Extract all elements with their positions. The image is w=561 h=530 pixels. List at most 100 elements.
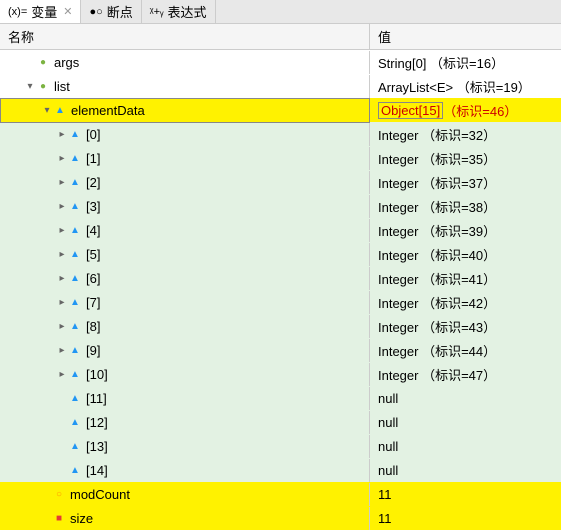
variable-name: modCount (70, 487, 130, 502)
type-icon: ▲ (68, 153, 82, 164)
expand-icon[interactable]: ▸ (56, 321, 68, 332)
row-name-cell[interactable]: ▸▲[10] (0, 363, 370, 386)
variable-value: 11 (378, 487, 392, 502)
row-name-cell[interactable]: ▸▲[1] (0, 147, 370, 170)
tree-row[interactable]: ○modCount 11 (0, 482, 561, 506)
row-value-cell: Integer （标识=32） (370, 121, 561, 148)
tree-row[interactable]: ▸▲[6] Integer （标识=41） (0, 266, 561, 290)
row-value-cell: Integer （标识=42） (370, 289, 561, 316)
expand-icon[interactable]: ▸ (56, 297, 68, 308)
row-value-cell: null (370, 411, 561, 434)
tree-row[interactable]: ● args String[0] （标识=16） (0, 50, 561, 74)
expand-icon[interactable]: ▸ (56, 129, 68, 140)
row-name-cell[interactable]: ▲[13] (0, 435, 370, 458)
tree-row[interactable]: ▲[13]null (0, 434, 561, 458)
row-name-cell[interactable]: ▸▲[5] (0, 243, 370, 266)
row-value-cell: 11 (370, 483, 561, 506)
variable-value: Integer （标识=38） (378, 197, 496, 216)
breakpoints-icon: ●○ (89, 6, 102, 18)
tree-row[interactable]: ▲[11] null (0, 386, 561, 410)
tree-row[interactable]: ▾●listArrayList<E> （标识=19） (0, 74, 561, 98)
tree-row[interactable]: ▸▲[8]Integer （标识=43） (0, 314, 561, 338)
close-icon[interactable]: ✕ (63, 5, 72, 18)
row-name-cell[interactable]: ▸▲[6] (0, 267, 370, 290)
tree-row[interactable]: ▸▲[7]Integer （标识=42） (0, 290, 561, 314)
row-name-cell[interactable]: ▲[14] (0, 459, 370, 482)
row-name-cell[interactable]: ▸▲[3] (0, 195, 370, 218)
collapse-icon[interactable]: ▾ (24, 81, 36, 92)
tree-row[interactable]: ▸▲[1] Integer （标识=35） (0, 146, 561, 170)
header-name[interactable]: 名称 (0, 23, 370, 50)
variable-name: [5] (86, 247, 100, 262)
variable-value: null (378, 391, 398, 406)
tree-row[interactable]: ▸▲ [0] Integer （标识=32） (0, 122, 561, 146)
variable-name: [12] (86, 415, 108, 430)
variable-value: Integer （标识=41） (378, 269, 496, 288)
tree-row[interactable]: ▲ [12] null (0, 410, 561, 434)
table-header: 名称 值 (0, 24, 561, 50)
row-name-cell[interactable]: ▾▲elementData (0, 98, 370, 123)
row-name-cell[interactable]: ● args (0, 51, 370, 74)
tree-row[interactable]: ▸▲[2]Integer （标识=37） (0, 170, 561, 194)
variable-id: （标识=46） (443, 101, 517, 120)
tree-row[interactable]: ▸▲[3] Integer （标识=38） (0, 194, 561, 218)
type-icon: ▲ (68, 201, 82, 212)
tree-row[interactable]: ▸▲[5]Integer （标识=40） (0, 242, 561, 266)
tree-row[interactable]: ▸▲[9] Integer （标识=44） (0, 338, 561, 362)
expand-icon[interactable]: ▸ (56, 201, 68, 212)
type-icon: ▲ (68, 177, 82, 188)
expand-icon[interactable]: ▸ (56, 225, 68, 236)
expand-icon[interactable]: ▸ (56, 369, 68, 380)
expand-icon[interactable]: ▸ (56, 177, 68, 188)
row-name-cell[interactable]: ▸▲[8] (0, 315, 370, 338)
tree-row[interactable]: ▸▲[4]Integer （标识=39） (0, 218, 561, 242)
variable-value: Integer （标识=44） (378, 341, 496, 360)
expand-icon[interactable]: ▸ (56, 249, 68, 260)
row-name-cell[interactable]: ○modCount (0, 483, 370, 506)
tab-variables[interactable]: (x)= 变量 ✕ (0, 0, 81, 23)
variable-name: [8] (86, 319, 100, 334)
row-name-cell[interactable]: ▾●list (0, 75, 370, 98)
variable-name: args (54, 55, 79, 70)
row-value-cell: Integer （标识=38） (370, 193, 561, 220)
row-name-cell[interactable]: ▸▲[4] (0, 219, 370, 242)
row-value-cell: String[0] （标识=16） (370, 49, 561, 76)
tree-row[interactable]: ▸▲[10] Integer （标识=47） (0, 362, 561, 386)
variable-value: Integer （标识=35） (378, 149, 496, 168)
variable-name: [9] (86, 343, 100, 358)
row-name-cell[interactable]: ▲[11] (0, 387, 370, 410)
header-value[interactable]: 值 (370, 23, 561, 50)
type-icon: ▲ (53, 105, 67, 116)
type-icon: ● (36, 81, 50, 92)
tree-row[interactable]: ▲[14]null (0, 458, 561, 482)
type-icon: ▲ (68, 129, 82, 140)
tab-label: 表达式 (168, 2, 207, 21)
type-icon: ▲ (68, 417, 82, 428)
expand-icon[interactable]: ▸ (56, 345, 68, 356)
type-icon: ● (36, 57, 50, 68)
collapse-icon[interactable]: ▾ (41, 105, 53, 116)
tree-row[interactable]: ■size11 (0, 506, 561, 530)
expand-icon[interactable]: ▸ (56, 273, 68, 284)
row-value-cell: ArrayList<E> （标识=19） (370, 73, 561, 100)
row-name-cell[interactable]: ▸▲[2] (0, 171, 370, 194)
type-icon: ▲ (68, 465, 82, 476)
row-value-cell: Integer （标识=39） (370, 217, 561, 244)
row-name-cell[interactable]: ▸▲[7] (0, 291, 370, 314)
tab-expressions[interactable]: ᵡ+ᵧ 表达式 (142, 0, 216, 23)
expand-icon[interactable]: ▸ (56, 153, 68, 164)
tab-bar: (x)= 变量 ✕ ●○ 断点 ᵡ+ᵧ 表达式 (0, 0, 561, 24)
row-value-cell: 11 (370, 507, 561, 530)
variable-name: [11] (86, 391, 107, 406)
row-name-cell[interactable]: ▸▲[9] (0, 339, 370, 362)
variable-value: Integer （标识=47） (378, 365, 496, 384)
tab-label: 断点 (107, 2, 133, 21)
tab-breakpoints[interactable]: ●○ 断点 (81, 0, 141, 23)
row-value-cell: Object[15]（标识=46） (370, 97, 561, 124)
tree-row[interactable]: ▾▲elementDataObject[15]（标识=46） (0, 98, 561, 122)
row-value-cell: Integer （标识=37） (370, 169, 561, 196)
variable-name: [0] (86, 127, 100, 142)
row-name-cell[interactable]: ■size (0, 507, 370, 530)
row-name-cell[interactable]: ▲ [12] (0, 411, 370, 434)
row-name-cell[interactable]: ▸▲ [0] (0, 123, 370, 146)
